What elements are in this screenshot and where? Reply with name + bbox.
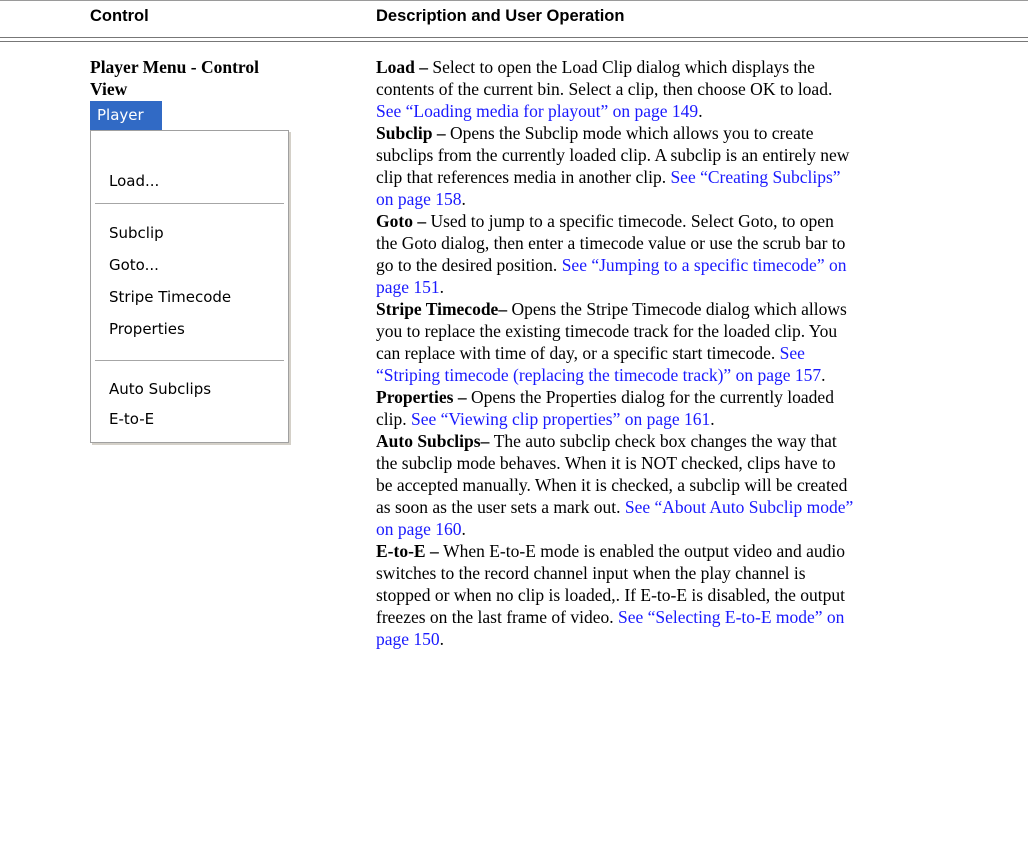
link-loading-media[interactable]: See “Loading media for playout” on page … <box>376 101 698 121</box>
term-subclip: Subclip <box>376 123 433 143</box>
link-selecting-e-to-e[interactable]: See “Selecting E-to-E mode” on <box>618 607 844 627</box>
link-jumping-timecode[interactable]: See “Jumping to a specific timecode” on <box>562 255 847 275</box>
link-creating-subclips-page[interactable]: on page 158 <box>376 189 462 209</box>
description-auto-subclips: Auto Subclips– The auto subclip check bo… <box>376 431 854 539</box>
menu-item-stripe-timecode[interactable]: Stripe Timecode <box>109 283 231 311</box>
term-goto: Goto <box>376 211 413 231</box>
term-load: Load <box>376 57 415 77</box>
link-creating-subclips[interactable]: See “Creating Subclips” <box>670 167 840 187</box>
player-menu-popup: Load... Subclip Goto... Stripe Timecode … <box>90 130 289 443</box>
column-header-description: Description and User Operation <box>376 7 625 25</box>
link-selecting-e-to-e-page[interactable]: page 150 <box>376 629 440 649</box>
menu-item-subclip[interactable]: Subclip <box>109 219 164 247</box>
column-header-control: Control <box>90 7 149 25</box>
term-auto-subclips: Auto Subclips <box>376 431 481 451</box>
description-e-to-e: E-to-E – When E-to-E mode is enabled the… <box>376 541 846 649</box>
header-divider-bottom <box>0 41 1028 42</box>
description-properties: Properties – Opens the Properties dialog… <box>376 387 834 429</box>
header-divider-top <box>0 37 1028 38</box>
menu-item-auto-subclips[interactable]: Auto Subclips <box>109 375 211 403</box>
player-menu-bar-item[interactable]: Player <box>90 101 162 130</box>
link-striping-timecode[interactable]: See <box>780 343 805 363</box>
description-stripe-timecode: Stripe Timecode– Opens the Stripe Timeco… <box>376 299 847 385</box>
description-load: Load – Select to open the Load Clip dial… <box>376 57 833 121</box>
term-stripe-timecode: Stripe Timecode <box>376 299 499 319</box>
link-auto-subclip-mode-page[interactable]: on page 160 <box>376 519 462 539</box>
menu-item-e-to-e[interactable]: E-to-E <box>109 405 154 433</box>
term-properties: Properties <box>376 387 454 407</box>
menu-item-goto[interactable]: Goto... <box>109 251 159 279</box>
table-header: Control Description and User Operation <box>0 0 1028 31</box>
description-column: Load – Select to open the Load Clip dial… <box>376 56 1028 650</box>
menu-item-load[interactable]: Load... <box>109 167 159 195</box>
control-title-line1: Player Menu - Control <box>90 57 259 77</box>
control-title: Player Menu - Control View <box>90 56 350 100</box>
link-viewing-properties[interactable]: See “Viewing clip properties” on page 16… <box>411 409 710 429</box>
menu-separator <box>95 360 284 362</box>
control-title-line2: View <box>90 79 128 99</box>
term-e-to-e: E-to-E <box>376 541 426 561</box>
link-auto-subclip-mode[interactable]: See “About Auto Subclip mode” <box>625 497 853 517</box>
description-subclip: Subclip – Opens the Subclip mode which a… <box>376 123 850 209</box>
link-striping-timecode-page[interactable]: “Striping timecode (replacing the timeco… <box>376 365 821 385</box>
description-goto: Goto – Used to jump to a specific timeco… <box>376 211 847 297</box>
link-jumping-timecode-page[interactable]: page 151 <box>376 277 440 297</box>
menu-separator <box>95 203 284 205</box>
menu-item-properties[interactable]: Properties <box>109 315 185 343</box>
